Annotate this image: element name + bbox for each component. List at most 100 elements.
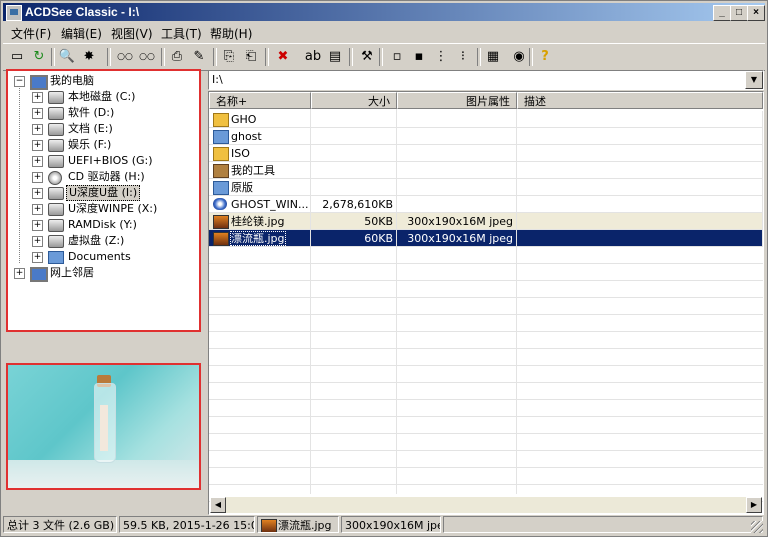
menu-bar: 文件(F) 编辑(E) 视图(V) 工具(T) 帮助(H) [3,22,765,42]
tree-item-label: 本地磁盘 (C:) [68,90,136,103]
tree-item-10[interactable]: + Documents [8,249,195,265]
tree-item-my-computer[interactable]: − 我的电脑 [8,73,195,90]
menu-help[interactable]: 帮助(H) [210,25,252,42]
file-desc-cell [517,162,763,179]
path-combobox[interactable]: I:\ ▼ [208,70,764,90]
refresh-icon[interactable]: ↻ [29,47,49,67]
prev-icon[interactable]: ○○ [115,47,135,67]
tools-icon[interactable]: ⚒ [357,47,377,67]
window-title: ACDSee Classic - I:\ [25,5,140,19]
file-row[interactable]: GHO [209,111,763,128]
tree-expander[interactable]: + [32,236,43,247]
slideshow-icon[interactable]: ◉ [509,47,529,67]
minimize-button[interactable]: _ [713,5,731,21]
acquire-icon[interactable]: ✸ [79,47,99,67]
file-desc-cell [517,179,763,196]
close-button[interactable]: × [747,5,765,21]
column-header-name[interactable]: 名称+ [209,92,311,109]
toolbar-separator [477,48,481,66]
up-folder-icon[interactable]: ▭ [7,47,27,67]
tree-item-3[interactable]: + 娱乐 (F:) [8,137,195,153]
menu-view[interactable]: 视图(V) [111,25,153,42]
file-row[interactable]: ghost [209,128,763,145]
tree-expander[interactable]: + [32,124,43,135]
drive-icon [48,139,64,152]
tree-expander[interactable]: + [32,92,43,103]
scroll-right-button[interactable]: ▶ [746,497,762,513]
maximize-button[interactable]: □ [730,5,748,21]
resize-grip[interactable] [751,521,763,533]
file-props-cell [397,111,517,128]
tree-expander[interactable]: − [14,76,25,87]
next-icon[interactable]: ○○ [137,47,157,67]
file-row[interactable]: ISO [209,145,763,162]
file-row[interactable]: 我的工具 [209,162,763,179]
move-to-icon[interactable]: ⎗ [241,47,261,67]
rename-icon[interactable]: ab [303,47,323,67]
column-header-image-props[interactable]: 图片属性 [397,92,517,109]
find-icon[interactable]: 🔍 [57,47,77,67]
tree-item-0[interactable]: + 本地磁盘 (C:) [8,89,195,105]
menu-edit[interactable]: 编辑(E) [61,25,102,42]
view-details-icon[interactable]: ▦ [483,47,503,67]
grid-line [209,314,763,315]
title-bar[interactable]: ACDSee Classic - I:\ _ □ × [3,3,765,21]
file-size-cell: 60KB [311,230,397,247]
tree-expander[interactable]: + [32,140,43,151]
properties-icon[interactable]: ▤ [325,47,345,67]
scan-icon[interactable]: ✎ [189,47,209,67]
delete-icon[interactable]: ✖ [273,47,293,67]
grid-line [209,331,763,332]
tree-item-9[interactable]: + 虚拟盘 (Z:) [8,233,195,249]
tree-item-5[interactable]: + CD 驱动器 (H:) [8,169,195,185]
file-list[interactable]: 名称+ 大小 图片属性 描述 GHO ghost ISO 我的工具 原版 GHOST_WI… [208,91,764,515]
tree-expander[interactable]: + [14,268,25,279]
view-large-icon[interactable]: ▫ [387,47,407,67]
tree-item-4[interactable]: + UEFI+BIOS (G:) [8,153,195,169]
toolbar-separator [265,48,269,66]
tree-expander[interactable]: + [32,108,43,119]
view-list-icon[interactable]: ⋮ [431,47,451,67]
tree-expander[interactable]: + [32,252,43,263]
file-row[interactable]: GHOST_WIN... 2,678,610KB [209,196,763,213]
column-header-size[interactable]: 大小 [311,92,397,109]
tree-item-6[interactable]: + U深度U盘 (I:) [8,185,195,201]
file-name-cell: 漂流瓶.jpg [209,230,311,247]
drive-icon [48,107,64,120]
file-row[interactable]: 原版 [209,179,763,196]
column-header-description[interactable]: 描述 [517,92,763,109]
view-small-icon[interactable]: ▪ [409,47,429,67]
tree-expander[interactable]: + [32,204,43,215]
file-row[interactable]: 漂流瓶.jpg 60KB 300x190x16M jpeg [209,230,763,247]
tree-item-1[interactable]: + 软件 (D:) [8,105,195,121]
file-row[interactable]: 桂纶镁.jpg 50KB 300x190x16M jpeg [209,213,763,230]
print-icon[interactable]: ⎙ [167,47,187,67]
horizontal-scrollbar[interactable]: ◀ ▶ [210,497,762,513]
file-size-cell [311,145,397,162]
pane-splitter[interactable] [201,69,206,517]
chevron-down-icon[interactable]: ▼ [745,71,763,89]
folder-icon [213,147,229,161]
tree-item-2[interactable]: + 文档 (E:) [8,121,195,137]
computer-icon [30,267,48,282]
tree-item-7[interactable]: + U深度WINPE (X:) [8,201,195,217]
toolbar-separator [529,48,533,66]
app-icon[interactable] [6,5,22,21]
tree-item-network[interactable]: + 网上邻居 [8,265,195,282]
tree-expander[interactable]: + [32,220,43,231]
tree-item-8[interactable]: + RAMDisk (Y:) [8,217,195,233]
tree-expander[interactable]: + [32,188,43,199]
scroll-left-button[interactable]: ◀ [210,497,226,513]
menu-file[interactable]: 文件(F) [11,25,51,42]
status-bar: 总计 3 文件 (2.6 GB) 59.5 KB, 2015-1-26 15:0… [3,515,765,535]
tree-expander[interactable]: + [32,172,43,183]
tree-expander[interactable]: + [32,156,43,167]
view-thumbnails-icon[interactable]: ⁝ [453,47,473,67]
folder-tree[interactable]: − 我的电脑 + 本地磁盘 (C:) + 软件 (D:) + 文档 (E:) + 娱乐 (F:) +… [6,69,201,332]
file-size-cell: 2,678,610KB [311,196,397,213]
drive-icon [48,123,64,136]
copy-to-icon[interactable]: ⎘ [219,47,239,67]
menu-tools[interactable]: 工具(T) [161,25,202,42]
help-icon[interactable]: ? [535,47,555,67]
toolbar-separator [51,48,55,66]
